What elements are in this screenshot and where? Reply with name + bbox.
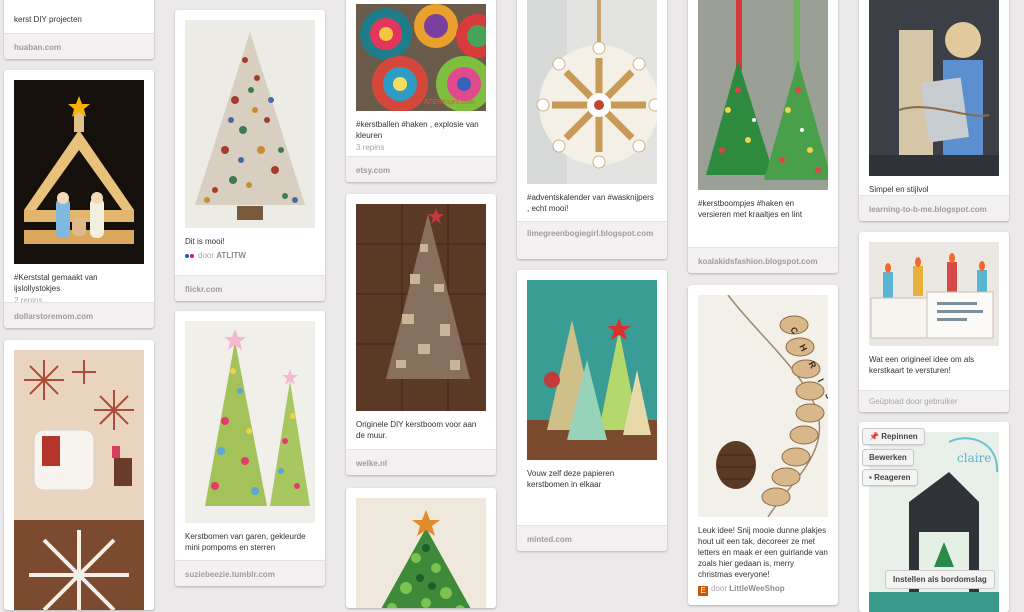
pin-description: #Kerststal gemaakt van ijslollystokjes	[14, 273, 98, 293]
pin-card[interactable]: Vouw zelf deze papieren kerstbomen in el…	[517, 270, 667, 551]
pin-card[interactable]: Wat een origineel idee om als kerstkaart…	[859, 232, 1009, 412]
pin-user-link[interactable]: ATLITW	[216, 251, 246, 260]
pin-description: Simpel en stijlvol	[869, 185, 929, 194]
pin-source-link[interactable]: limegreenbogiegirl.blogspot.com	[517, 221, 667, 259]
matchbox-cards-illustration	[869, 242, 999, 346]
crochet-trees-illustration	[698, 0, 828, 190]
pin-description: Dit is mooi!	[185, 237, 225, 246]
pin-card[interactable]: ATERKsjes.com #kerstballen #haken , expl…	[346, 0, 496, 182]
pin-card[interactable]: Originele DIY kerstboom voor aan de muur…	[346, 194, 496, 475]
pin-description: #kerstballen #haken , explosie van kleur…	[356, 120, 479, 140]
button-tree-illustration	[185, 20, 315, 228]
card-handwriting: claire	[957, 451, 991, 465]
comment-icon: ▪	[869, 473, 872, 482]
pin-description: #adventskalender van #wasknijpers , echt…	[527, 193, 654, 213]
pin-image-button-tree[interactable]	[185, 20, 315, 228]
pin-description: Vouw zelf deze papieren kerstbomen in el…	[527, 469, 615, 489]
etsy-icon: E	[698, 586, 708, 596]
flickr-icon	[185, 254, 189, 258]
pin-image-popsicle-nativity[interactable]	[14, 80, 144, 264]
pin-source-link[interactable]: koalakidsfashion.blogspot.com	[688, 247, 838, 273]
pin-image-wall-tree[interactable]	[356, 204, 486, 411]
pin-card[interactable]: Simpel en stijlvol learning-to-b-me.blog…	[859, 0, 1009, 221]
pin-image-crochet-trees[interactable]	[698, 0, 828, 190]
pin-source-link[interactable]: minted.com	[517, 525, 667, 551]
pin-image-advent-clothespins[interactable]	[527, 0, 657, 184]
pin-image-snowflake-room[interactable]	[14, 350, 144, 610]
pin-user-link[interactable]: LittleWeeShop	[729, 584, 784, 593]
pin-image-paper-trees[interactable]	[527, 280, 657, 460]
pin-description: Originele DIY kerstboom voor aan de muur…	[356, 420, 477, 440]
paper-trees-illustration	[527, 280, 657, 460]
wall-tree-illustration	[356, 204, 486, 411]
pin-attribution: Edoor LittleWeeShop	[688, 580, 838, 596]
repin-button[interactable]: 📌 Repinnen	[862, 428, 925, 445]
pin-repins: 3 repins	[356, 143, 385, 152]
pin-attribution: door ATLITW	[175, 247, 325, 260]
pin-source-link[interactable]: flickr.com	[175, 275, 325, 301]
pin-card[interactable]: kerst DIY projecten huaban.com	[4, 0, 154, 59]
pin-source-link[interactable]: etsy.com	[346, 156, 496, 182]
pin-icon: 📌	[869, 432, 879, 441]
pin-image-wood-figures[interactable]	[869, 0, 999, 176]
pin-description: #kerstboompjes #haken en versieren met k…	[698, 199, 803, 219]
pin-image-yarn-trees[interactable]	[185, 321, 315, 523]
pin-image-crochet-ornaments[interactable]: ATERKsjes.com	[356, 4, 486, 111]
pin-source-link[interactable]: learning-to-b-me.blogspot.com	[859, 195, 1009, 221]
pin-source-link[interactable]: welke.nl	[346, 449, 496, 475]
snowflake-room-illustration	[14, 350, 144, 610]
wood-slice-garland-illustration: CHRISTMAS	[698, 295, 828, 517]
wood-figures-illustration	[869, 0, 999, 176]
pin-source-link[interactable]: suziebeezie.tumblr.com	[175, 560, 325, 586]
green-button-tree-illustration	[356, 498, 486, 608]
flickr-icon-pink	[190, 254, 194, 258]
pin-card[interactable]	[346, 488, 496, 608]
pin-description: kerst DIY projecten	[14, 15, 82, 24]
pin-description: Kerstbomen van garen, gekleurde mini pom…	[185, 532, 306, 552]
pin-card[interactable]: CHRISTMAS Leuk idee! Snij mooie dunne pl…	[688, 285, 838, 605]
pin-image-wood-slice-garland[interactable]: CHRISTMAS	[698, 295, 828, 517]
pin-image-green-button-tree[interactable]	[356, 498, 486, 608]
nativity-illustration	[14, 80, 144, 264]
pin-card[interactable]: #Kerststal gemaakt van ijslollystokjes 2…	[4, 70, 154, 328]
pin-card[interactable]: Dit is mooi! door ATLITW flickr.com	[175, 10, 325, 301]
crochet-ornaments-illustration: ATERKsjes.com	[356, 4, 486, 111]
comment-button[interactable]: ▪ Reageren	[862, 469, 918, 486]
pin-card[interactable]: Kerstbomen van garen, gekleurde mini pom…	[175, 311, 325, 586]
image-watermark-text: ATERKsjes.com	[424, 99, 475, 106]
advent-wreath-illustration	[527, 0, 657, 184]
pin-card[interactable]	[4, 340, 154, 610]
set-board-cover-button[interactable]: Instellen als bordomslag	[885, 570, 995, 589]
pin-source-link[interactable]: huaban.com	[4, 33, 154, 59]
pin-description: Wat een origineel idee om als kerstkaart…	[869, 355, 975, 375]
pin-source-link[interactable]: dollarstoremom.com	[4, 302, 154, 328]
yarn-trees-illustration	[185, 321, 315, 523]
pin-card[interactable]: #kerstboompjes #haken en versieren met k…	[688, 0, 838, 273]
pin-image-matchbox-cards[interactable]	[869, 242, 999, 346]
pin-uploaded-by: Geüpload door gebruiker	[859, 390, 1009, 412]
pin-card[interactable]: #adventskalender van #wasknijpers , echt…	[517, 0, 667, 259]
pin-description: Leuk idee! Snij mooie dunne plakjes hout…	[698, 526, 828, 579]
edit-button[interactable]: Bewerken	[862, 449, 914, 466]
